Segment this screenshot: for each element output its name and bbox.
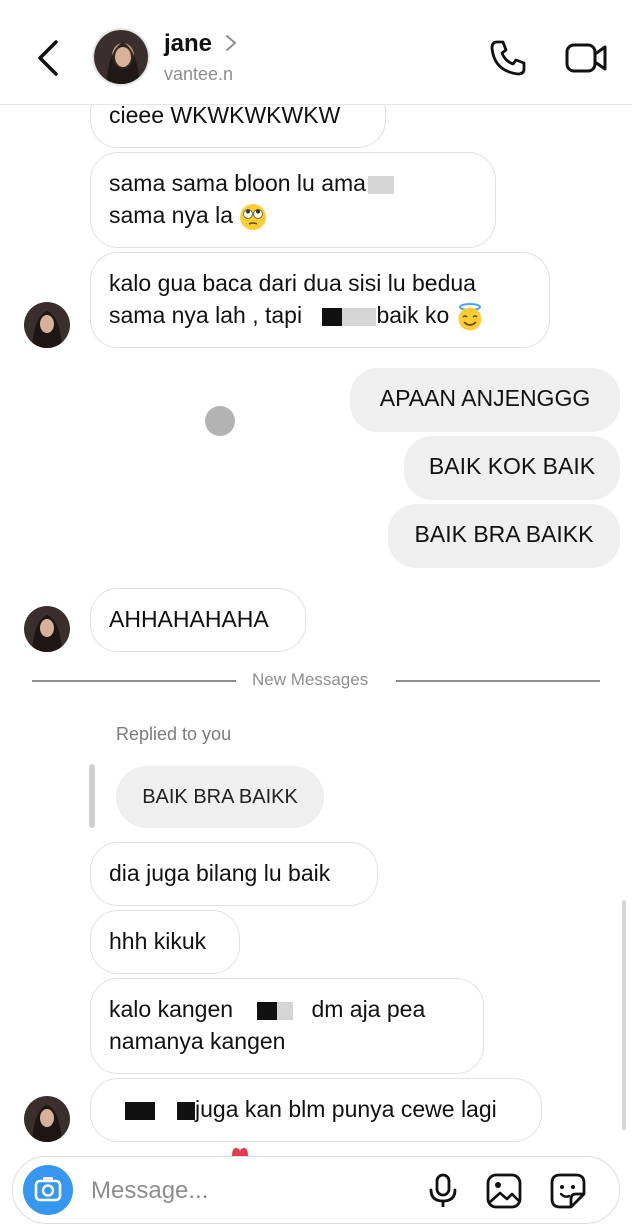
message-bubble[interactable]: BAIK BRA BAIKK	[388, 504, 620, 568]
redacted-block	[257, 1001, 278, 1020]
redacted-block	[367, 175, 394, 194]
redacted-block	[342, 307, 377, 326]
message-text: kalo kangen dm aja pea	[109, 996, 426, 1022]
phone-icon[interactable]	[488, 38, 528, 78]
reply-quote[interactable]: BAIK BRA BAIKK	[116, 766, 324, 828]
chat-header: jane vantee.n	[0, 0, 632, 105]
message-bubble[interactable]: AHHAHAHAHA	[90, 588, 306, 652]
status-dot	[205, 406, 235, 436]
message-text: dia juga bilang lu baik	[109, 860, 331, 886]
divider	[396, 680, 600, 682]
rolling-eyes-emoji	[240, 203, 267, 230]
microphone-icon[interactable]	[425, 1172, 461, 1210]
message-bubble[interactable]: sama sama bloon lu ama sama nya la	[90, 152, 496, 248]
divider	[32, 680, 236, 682]
message-text: BAIK BRA BAIKK	[414, 521, 594, 547]
message-bubble[interactable]: kalo gua baca dari dua sisi lu bedua sam…	[90, 252, 550, 348]
replied-label: Replied to you	[116, 724, 232, 744]
message-text: BAIK KOK BAIK	[428, 453, 596, 479]
avatar[interactable]	[24, 606, 70, 652]
redacted-block	[322, 307, 343, 326]
camera-icon	[34, 1177, 62, 1202]
chevron-right-icon[interactable]	[222, 32, 240, 54]
contact-username: vantee.n	[164, 64, 234, 84]
redacted-block	[177, 1101, 195, 1120]
message-text: APAAN ANJENGGG	[379, 385, 591, 411]
message-text: sama nya lah , tapi baik ko	[109, 299, 531, 331]
message-text: AHHAHAHAHA	[109, 606, 269, 632]
chevron-left-icon[interactable]	[30, 36, 70, 80]
avatar[interactable]	[24, 302, 70, 348]
message-bubble[interactable]: kalo kangen dm aja pea namanya kangen	[90, 978, 484, 1074]
heart-icon	[232, 1148, 248, 1156]
redacted-block	[277, 1001, 294, 1020]
message-text: sama nya la	[109, 199, 477, 231]
message-input[interactable]	[89, 1171, 393, 1211]
gallery-icon[interactable]	[485, 1172, 523, 1210]
message-bubble[interactable]: juga kan blm punya cewe lagi	[90, 1078, 542, 1142]
message-text: kalo gua baca dari dua sisi lu bedua	[109, 270, 476, 296]
message-bubble[interactable]: hhh kikuk	[90, 910, 240, 974]
message-text: namanya kangen	[109, 1028, 286, 1054]
message-composer	[12, 1156, 620, 1224]
redacted-block	[125, 1101, 155, 1120]
avatar[interactable]	[24, 1096, 70, 1142]
scrollbar[interactable]	[622, 900, 626, 1130]
message-bubble[interactable]: BAIK KOK BAIK	[404, 436, 620, 500]
message-text: sama sama bloon lu ama	[109, 167, 477, 199]
message-bubble[interactable]: APAAN ANJENGGG	[350, 368, 620, 432]
smiling-halo-emoji	[458, 302, 482, 331]
camera-button[interactable]	[23, 1165, 73, 1215]
reply-indicator	[89, 764, 95, 828]
message-text: hhh kikuk	[109, 928, 207, 954]
message-bubble[interactable]: dia juga bilang lu baik	[90, 842, 378, 906]
new-messages-label: New Messages	[252, 670, 369, 689]
message-text: juga kan blm punya cewe lagi	[109, 1093, 523, 1125]
sticker-icon[interactable]	[549, 1172, 587, 1210]
video-icon[interactable]	[564, 40, 608, 76]
contact-name[interactable]: jane	[164, 30, 212, 58]
avatar[interactable]	[92, 28, 150, 86]
